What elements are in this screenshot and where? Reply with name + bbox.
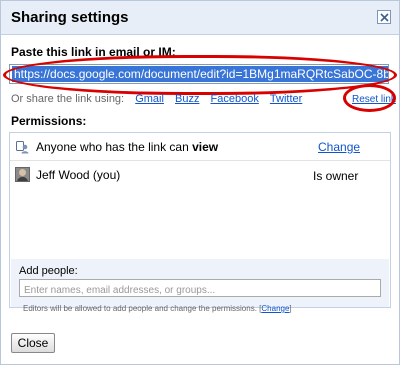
avatar: [15, 167, 30, 182]
permissions-label: Permissions:: [11, 114, 87, 128]
close-button[interactable]: Close: [11, 333, 55, 353]
owner-role: Is owner: [313, 169, 359, 183]
permission-row-anyone: Anyone who has the link can view Change: [10, 133, 390, 161]
link-section-label: Paste this link in email or IM:: [11, 45, 176, 59]
share-options-row: Or share the link using: Gmail Buzz Face…: [11, 93, 302, 105]
dialog-title: Sharing settings: [11, 9, 129, 26]
add-people-input[interactable]: [20, 282, 380, 299]
link-people-icon: [15, 139, 31, 158]
permission-row-owner: Jeff Wood (you) Is owner: [10, 161, 390, 189]
permission-anyone-text: Anyone who has the link can view: [36, 140, 218, 154]
permission-anyone-prefix: Anyone who has the link can: [36, 140, 189, 154]
dialog-title-bar: Sharing settings: [1, 1, 399, 35]
editors-note: Editors will be allowed to add people an…: [23, 304, 292, 313]
permissions-list: Anyone who has the link can view Change …: [9, 132, 391, 308]
share-buzz-link[interactable]: Buzz: [175, 93, 199, 105]
share-options-prefix: Or share the link using:: [11, 93, 125, 105]
owner-name: Jeff Wood (you): [36, 168, 121, 182]
change-permission-link[interactable]: Change: [318, 140, 360, 154]
reset-link[interactable]: Reset link: [352, 94, 396, 105]
avatar-head: [19, 169, 26, 176]
share-facebook-link[interactable]: Facebook: [211, 93, 259, 105]
add-people-field[interactable]: [19, 279, 381, 299]
close-x-icon[interactable]: [377, 10, 391, 24]
editors-note-bracket-close: ]: [289, 304, 292, 313]
sharing-settings-dialog: Sharing settings Paste this link in emai…: [0, 0, 400, 365]
share-link-value[interactable]: https://docs.google.com/document/edit?id…: [12, 66, 388, 82]
avatar-body: [17, 177, 28, 181]
share-gmail-link[interactable]: Gmail: [135, 93, 164, 105]
share-link-field[interactable]: https://docs.google.com/document/edit?id…: [9, 64, 389, 84]
editors-note-text: Editors will be allowed to add people an…: [23, 304, 257, 313]
add-people-label: Add people:: [19, 265, 78, 277]
add-people-panel: Add people:: [11, 259, 389, 307]
editors-change-link[interactable]: Change: [261, 304, 289, 313]
share-twitter-link[interactable]: Twitter: [270, 93, 302, 105]
permission-access-level: view: [192, 140, 219, 154]
